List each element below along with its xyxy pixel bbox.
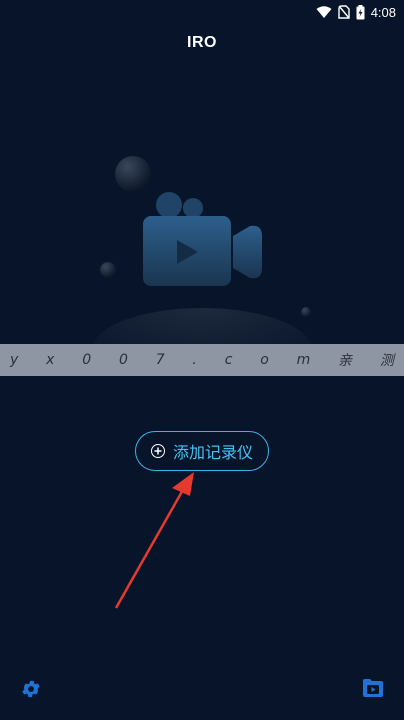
video-folder-button[interactable] — [362, 678, 384, 698]
page-title: IRO — [187, 34, 217, 51]
annotation-arrow-icon — [114, 472, 194, 609]
watermark-char: 亲 — [338, 353, 353, 369]
status-icons: 4:08 — [316, 4, 396, 20]
watermark-char: 0 — [82, 352, 92, 368]
watermark-char: y — [10, 352, 19, 368]
decor-bubble-small — [100, 262, 116, 278]
battery-icon — [356, 4, 365, 19]
watermark-char: 测 — [379, 353, 394, 369]
decor-bubble-tiny — [301, 307, 311, 317]
status-bar: 4:08 — [0, 0, 404, 24]
wifi-icon — [316, 5, 332, 18]
watermark-char: x — [46, 352, 55, 368]
watermark-char: o — [260, 352, 269, 368]
watermark-char: m — [296, 352, 311, 368]
status-time: 4:08 — [370, 4, 396, 20]
decor-bubble-large — [115, 156, 151, 192]
watermark-char: 0 — [118, 352, 128, 368]
watermark-char: c — [224, 352, 233, 368]
video-folder-icon — [363, 679, 383, 697]
add-recorder-label: 添加记录仪 — [172, 445, 253, 462]
add-recorder-button[interactable]: 添加记录仪 — [135, 431, 269, 471]
video-camera-icon — [143, 192, 262, 286]
watermark-char: . — [192, 352, 197, 368]
watermark-strip: y x 0 0 7 . c o m 亲 测 — [0, 344, 404, 376]
hero-illustration — [92, 156, 312, 350]
add-circle-icon — [150, 444, 165, 458]
gear-icon — [22, 680, 40, 698]
no-sim-icon — [337, 5, 350, 19]
watermark-char: 7 — [155, 352, 165, 368]
settings-button[interactable] — [20, 678, 42, 700]
